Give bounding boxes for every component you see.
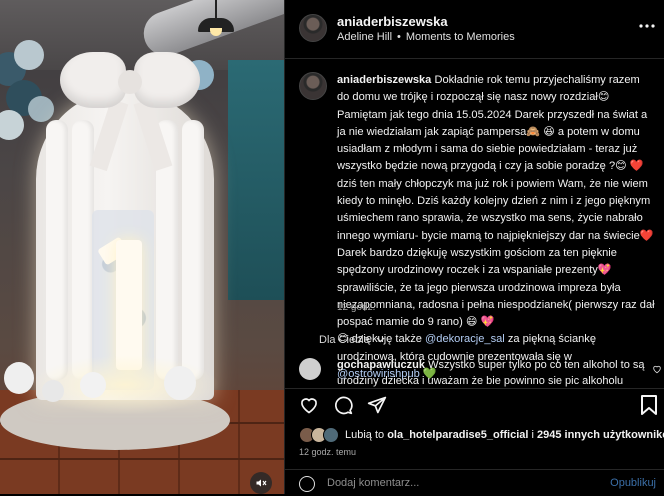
post-actions: Lubią to ola_hotelparadise5_official i 2… — [285, 388, 664, 495]
balloon — [80, 372, 106, 398]
balloon — [28, 96, 54, 122]
balloon — [42, 380, 64, 402]
balloon — [164, 366, 196, 400]
chevron-down-icon — [376, 337, 385, 343]
caption-paragraph-1: Dokładnie rok temu przyjechaliśmy razem … — [337, 74, 654, 242]
caption-username[interactable]: aniaderbiszewska — [337, 74, 431, 86]
share-icon — [367, 396, 387, 414]
bookmark-icon — [641, 395, 657, 415]
add-comment-input[interactable]: Dodaj komentarz... — [327, 477, 419, 489]
for-you-toggle[interactable]: Dla Ciebie — [319, 334, 385, 346]
emoji-icon[interactable] — [299, 476, 315, 492]
author-username[interactable]: aniaderbiszewska — [337, 14, 448, 29]
audio-title[interactable]: Moments to Memories — [406, 31, 515, 43]
comment-button[interactable] — [333, 395, 353, 415]
caption-paragraph-2: Darek bardzo dziękuję wszystkim gościom … — [337, 246, 655, 329]
share-button[interactable] — [367, 395, 387, 415]
more-options-button[interactable] — [638, 16, 656, 34]
balloon — [4, 362, 34, 394]
likes-user[interactable]: ola_hotelparadise5_official — [387, 429, 528, 441]
publish-button[interactable]: Opublikuj — [610, 477, 656, 489]
heart-icon — [653, 365, 661, 374]
post-timestamp: 12 godz. temu — [299, 447, 357, 457]
save-button[interactable] — [640, 395, 658, 415]
liker-avatar — [323, 427, 339, 443]
heart-icon — [301, 398, 317, 414]
comment-username[interactable]: gochapawluczuk — [337, 359, 425, 371]
mention-dekoracje[interactable]: @dekoracje_sal — [425, 333, 505, 345]
post-side-panel: aniaderbiszewska Adeline Hill • Moments to… — [284, 0, 664, 494]
caption-area: aniaderbiszewska Dokładnie rok temu przy… — [285, 58, 664, 388]
like-button[interactable] — [299, 395, 319, 415]
comment-icon — [335, 396, 353, 415]
add-comment-bar: Dodaj komentarz... Opublikuj — [285, 469, 664, 496]
likes-summary[interactable]: Lubią to ola_hotelparadise5_official i 2… — [299, 427, 664, 443]
mute-button[interactable] — [250, 472, 272, 494]
mute-icon — [256, 479, 267, 487]
caption-timestamp: 12 godz. — [337, 302, 376, 313]
post-header: aniaderbiszewska Adeline Hill • Moments to… — [285, 0, 664, 59]
author-avatar[interactable] — [299, 14, 327, 42]
post-media[interactable] — [0, 0, 284, 494]
audio-artist[interactable]: Adeline Hill — [337, 31, 392, 43]
caption-avatar[interactable] — [299, 72, 327, 100]
ribbon-bow — [60, 44, 200, 172]
balloon — [14, 40, 44, 70]
pendant-lamp — [196, 0, 236, 40]
more-icon — [639, 24, 655, 28]
comment-like-button[interactable] — [652, 364, 662, 377]
teal-window — [228, 60, 284, 300]
comment-item: gochapawluczuk Wszystko super tylko po c… — [337, 357, 655, 387]
likes-count[interactable]: 2945 innych użytkowników — [537, 429, 664, 441]
instagram-post-view: aniaderbiszewska Adeline Hill • Moments to… — [0, 0, 664, 494]
number-one-marquee — [97, 236, 146, 370]
audio-info[interactable]: Adeline Hill • Moments to Memories — [337, 31, 515, 43]
commenter-avatar[interactable] — [299, 358, 321, 380]
